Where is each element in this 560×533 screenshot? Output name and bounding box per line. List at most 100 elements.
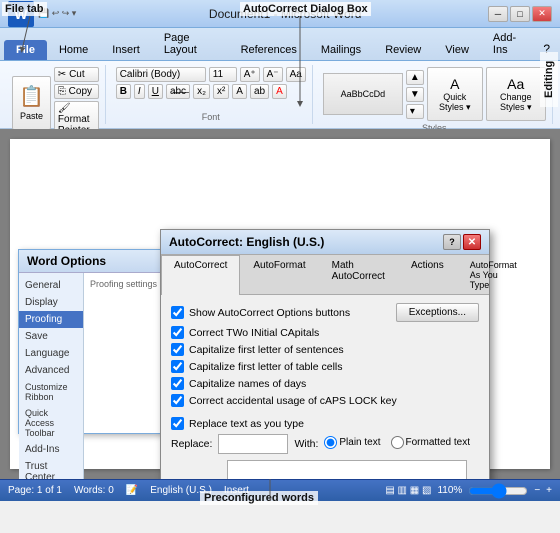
replace-with-row: Replace: With: Plain text Formatted text bbox=[171, 434, 479, 454]
dialog-tab-autocorrect[interactable]: AutoCorrect bbox=[161, 255, 240, 295]
change-styles-button[interactable]: Aa Change Styles ▾ bbox=[486, 67, 546, 121]
dialog-close-button[interactable]: ✕ bbox=[463, 234, 481, 250]
font-label: Font bbox=[116, 112, 306, 122]
paste-button[interactable]: 📋 Paste bbox=[12, 76, 51, 130]
grow-font-button[interactable]: A⁺ bbox=[240, 67, 260, 82]
tab-insert[interactable]: Insert bbox=[100, 40, 152, 60]
word-options-sidebar: General Display Proofing Save Language A… bbox=[19, 273, 84, 479]
quick-styles-button[interactable]: A Quick Styles ▾ bbox=[427, 67, 483, 121]
formatted-text-label: Formatted text bbox=[391, 436, 470, 449]
word-options-dialog: Word Options General Display Proofing Sa… bbox=[18, 249, 173, 434]
wo-item-proofing[interactable]: Proofing bbox=[19, 311, 83, 328]
ribbon-tab-bar: File Home Insert Page Layout References … bbox=[0, 28, 560, 61]
dialog-help-button[interactable]: ? bbox=[443, 234, 461, 250]
font-name-selector[interactable]: Calibri (Body) bbox=[116, 67, 206, 82]
shrink-font-button[interactable]: A⁻ bbox=[263, 67, 283, 82]
wo-item-save[interactable]: Save bbox=[19, 328, 83, 345]
word-options-content: Proofing settings bbox=[84, 273, 172, 479]
wo-item-display[interactable]: Display bbox=[19, 294, 83, 311]
show-options-checkbox[interactable] bbox=[171, 306, 184, 319]
replace-text-label: Replace text as you type bbox=[189, 418, 304, 430]
tab-home[interactable]: Home bbox=[47, 40, 100, 60]
capitalize-days-row: Capitalize names of days bbox=[171, 377, 479, 390]
plain-text-radio[interactable] bbox=[324, 436, 337, 449]
tab-review[interactable]: Review bbox=[373, 40, 433, 60]
dialog-tab-autoformat[interactable]: AutoFormat bbox=[240, 255, 318, 294]
dialog-tab-actions[interactable]: Actions bbox=[398, 255, 457, 294]
styles-scroll-up[interactable]: ▲ bbox=[406, 70, 424, 85]
replace-text-checkbox[interactable] bbox=[171, 417, 184, 430]
zoom-level: 110% bbox=[437, 485, 462, 496]
wo-item-advanced[interactable]: Advanced bbox=[19, 362, 83, 379]
correct-two-caps-checkbox[interactable] bbox=[171, 326, 184, 339]
minimize-button[interactable]: ─ bbox=[488, 6, 508, 22]
bold-button[interactable]: B bbox=[116, 84, 131, 99]
window-controls: ─ □ ✕ bbox=[488, 6, 552, 22]
quick-styles-label: Quick Styles ▾ bbox=[434, 92, 476, 113]
clear-format-button[interactable]: Aa bbox=[286, 67, 306, 82]
subscript-button[interactable]: x₂ bbox=[193, 84, 210, 99]
zoom-in-button[interactable]: + bbox=[546, 485, 552, 496]
tab-page-layout[interactable]: Page Layout bbox=[152, 28, 229, 60]
wo-item-trust[interactable]: Trust Center bbox=[19, 458, 83, 479]
copy-button[interactable]: ⎘ Copy bbox=[54, 84, 99, 99]
with-input-row bbox=[171, 460, 479, 479]
word-options-body: General Display Proofing Save Language A… bbox=[19, 273, 172, 479]
formatted-text-radio[interactable] bbox=[391, 436, 404, 449]
with-spacer bbox=[171, 460, 223, 479]
capitalize-sentences-label: Capitalize first letter of sentences bbox=[189, 344, 344, 356]
paste-icon: 📋 bbox=[19, 84, 44, 109]
tab-mailings[interactable]: Mailings bbox=[309, 40, 373, 60]
autocorrect-dialog: AutoCorrect: English (U.S.) ? ✕ AutoCorr… bbox=[160, 229, 490, 479]
capitalize-days-label: Capitalize names of days bbox=[189, 378, 306, 390]
highlight-button[interactable]: ab bbox=[250, 84, 269, 99]
capitalize-sentences-checkbox[interactable] bbox=[171, 343, 184, 356]
word-options-title: Word Options bbox=[19, 250, 172, 273]
tab-references[interactable]: References bbox=[229, 40, 309, 60]
dialog-tab-autoformat-as-you-type[interactable]: AutoFormat As You Type bbox=[457, 255, 530, 294]
capitalize-days-checkbox[interactable] bbox=[171, 377, 184, 390]
close-button[interactable]: ✕ bbox=[532, 6, 552, 22]
cut-copy-format: ✂ Cut ⎘ Copy 🖌 Format Painter bbox=[54, 67, 99, 138]
autocorrect-title-text: AutoCorrect: English (U.S.) bbox=[169, 235, 324, 249]
dialog-tab-math[interactable]: Math AutoCorrect bbox=[319, 255, 398, 294]
cut-button[interactable]: ✂ Cut bbox=[54, 67, 99, 82]
wo-item-customize[interactable]: Customize Ribbon bbox=[19, 379, 83, 405]
superscript-button[interactable]: x² bbox=[213, 84, 229, 99]
replace-input[interactable] bbox=[218, 434, 288, 454]
font-size-selector[interactable]: 11 bbox=[209, 67, 237, 82]
status-words: Words: 0 bbox=[74, 485, 114, 496]
italic-button[interactable]: I bbox=[134, 84, 145, 99]
with-input[interactable] bbox=[227, 460, 467, 479]
tab-file[interactable]: File bbox=[4, 40, 47, 60]
show-options-row: Show AutoCorrect Options buttons bbox=[171, 306, 350, 319]
plain-text-label: Plain text bbox=[324, 436, 380, 449]
capitalize-table-checkbox[interactable] bbox=[171, 360, 184, 373]
capitalize-sentences-row: Capitalize first letter of sentences bbox=[171, 343, 479, 356]
zoom-out-button[interactable]: − bbox=[534, 485, 540, 496]
with-label: With: bbox=[294, 438, 318, 450]
tab-view[interactable]: View bbox=[433, 40, 481, 60]
styles-scroll-down[interactable]: ▼ bbox=[406, 87, 424, 102]
underline-button[interactable]: U bbox=[148, 84, 163, 99]
styles-gallery[interactable]: AaBbCcDd bbox=[323, 73, 403, 115]
wo-item-general[interactable]: General bbox=[19, 277, 83, 294]
text-effects-button[interactable]: A bbox=[232, 84, 247, 99]
caps-lock-checkbox[interactable] bbox=[171, 394, 184, 407]
restore-button[interactable]: □ bbox=[510, 6, 530, 22]
wo-item-language[interactable]: Language bbox=[19, 345, 83, 362]
zoom-slider[interactable] bbox=[468, 485, 528, 497]
wo-item-qat[interactable]: Quick Access Toolbar bbox=[19, 405, 83, 441]
capitalize-table-row: Capitalize first letter of table cells bbox=[171, 360, 479, 373]
styles-more[interactable]: ▾ bbox=[406, 104, 424, 119]
font-color-button[interactable]: A bbox=[272, 84, 287, 99]
tab-addins[interactable]: Add-Ins bbox=[481, 28, 537, 60]
file-tab-callout-label: File tab bbox=[2, 2, 47, 16]
exceptions-button[interactable]: Exceptions... bbox=[396, 303, 479, 322]
styles-group: AaBbCcDd ▲ ▼ ▾ A Quick Styles ▾ Aa Chang… bbox=[317, 65, 553, 124]
strikethrough-button[interactable]: a̶b̶c̶ bbox=[166, 84, 190, 99]
font-group: Calibri (Body) 11 A⁺ A⁻ Aa B I U a̶b̶c̶ … bbox=[110, 65, 313, 124]
autocorrect-callout-label: AutoCorrect Dialog Box bbox=[240, 2, 371, 16]
wo-item-addins[interactable]: Add-Ins bbox=[19, 441, 83, 458]
app-window: W 💾 ↩ ↪ ▾ Document1 - Microsoft Word ─ □… bbox=[0, 0, 560, 533]
